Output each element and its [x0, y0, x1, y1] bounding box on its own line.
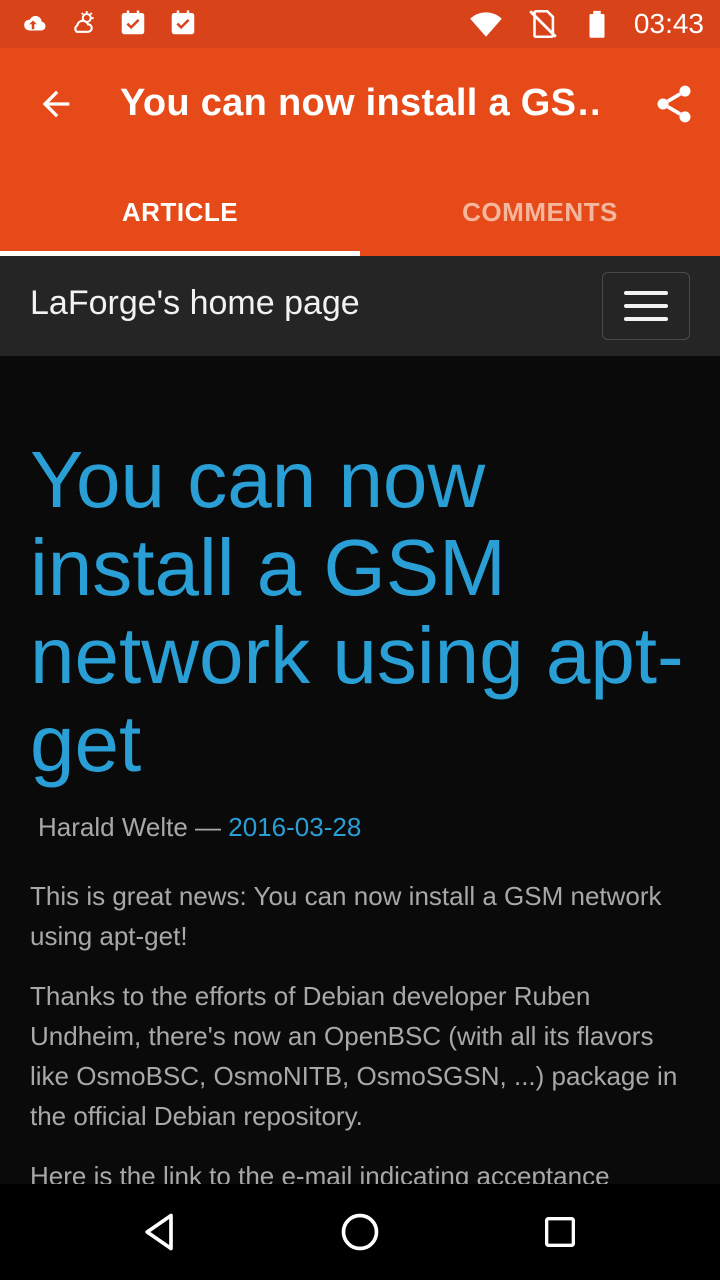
- battery-icon: [589, 10, 605, 38]
- tab-bar: ARTICLE COMMENTS: [0, 168, 720, 256]
- author-name: Harald Welte: [38, 812, 188, 842]
- share-button[interactable]: [648, 78, 700, 130]
- article-content[interactable]: You can now install a GSM network using …: [0, 356, 720, 1184]
- nav-home-button[interactable]: [330, 1202, 390, 1262]
- arrow-back-icon: [42, 90, 70, 118]
- share-icon: [657, 85, 691, 123]
- menu-bar-line: [624, 304, 668, 308]
- nav-recents-icon: [545, 1217, 575, 1247]
- article-paragraph: This is great news: You can now install …: [30, 881, 662, 951]
- hamburger-menu-icon: [624, 291, 668, 295]
- article-headline: You can now install a GSM network using …: [30, 435, 684, 788]
- no-sim-icon: [529, 9, 557, 39]
- menu-bar-line: [624, 317, 668, 321]
- status-bar: 03:43: [0, 0, 720, 48]
- app-bar-title: You can now install a GS…: [120, 82, 600, 124]
- cloud-upload-icon: [24, 15, 46, 31]
- status-clock: 03:43: [633, 8, 704, 39]
- system-icons: 03:43: [468, 6, 704, 42]
- back-button[interactable]: [30, 78, 82, 130]
- nav-recents-button[interactable]: [530, 1202, 590, 1262]
- site-header: LaForge's home page: [0, 256, 720, 356]
- nav-back-button[interactable]: [130, 1202, 190, 1262]
- nav-home-icon: [341, 1213, 379, 1251]
- tab-comments[interactable]: COMMENTS: [360, 168, 720, 256]
- article-date-link[interactable]: 2016-03-28: [228, 812, 361, 842]
- app-bar: You can now install a GS… ARTICLE COMMEN…: [0, 48, 720, 256]
- article-byline: Harald Welte — 2016-03-28: [38, 812, 361, 843]
- byline-separator: —: [195, 812, 222, 842]
- tab-article[interactable]: ARTICLE: [0, 168, 360, 256]
- system-nav-bar: [0, 1184, 720, 1280]
- nav-back-icon: [145, 1213, 173, 1251]
- article-paragraph: Thanks to the efforts of Debian develope…: [30, 981, 678, 1131]
- notification-icons: [18, 8, 198, 38]
- menu-button[interactable]: [602, 272, 690, 340]
- site-title-link[interactable]: LaForge's home page: [30, 284, 360, 323]
- weather-partly-sunny-icon: [74, 11, 94, 33]
- article-paragraph: Here is the link to the e-mail indicatin…: [30, 1161, 610, 1184]
- task-done-icon: [171, 10, 195, 35]
- task-done-icon: [121, 10, 145, 35]
- wifi-icon: [470, 12, 502, 37]
